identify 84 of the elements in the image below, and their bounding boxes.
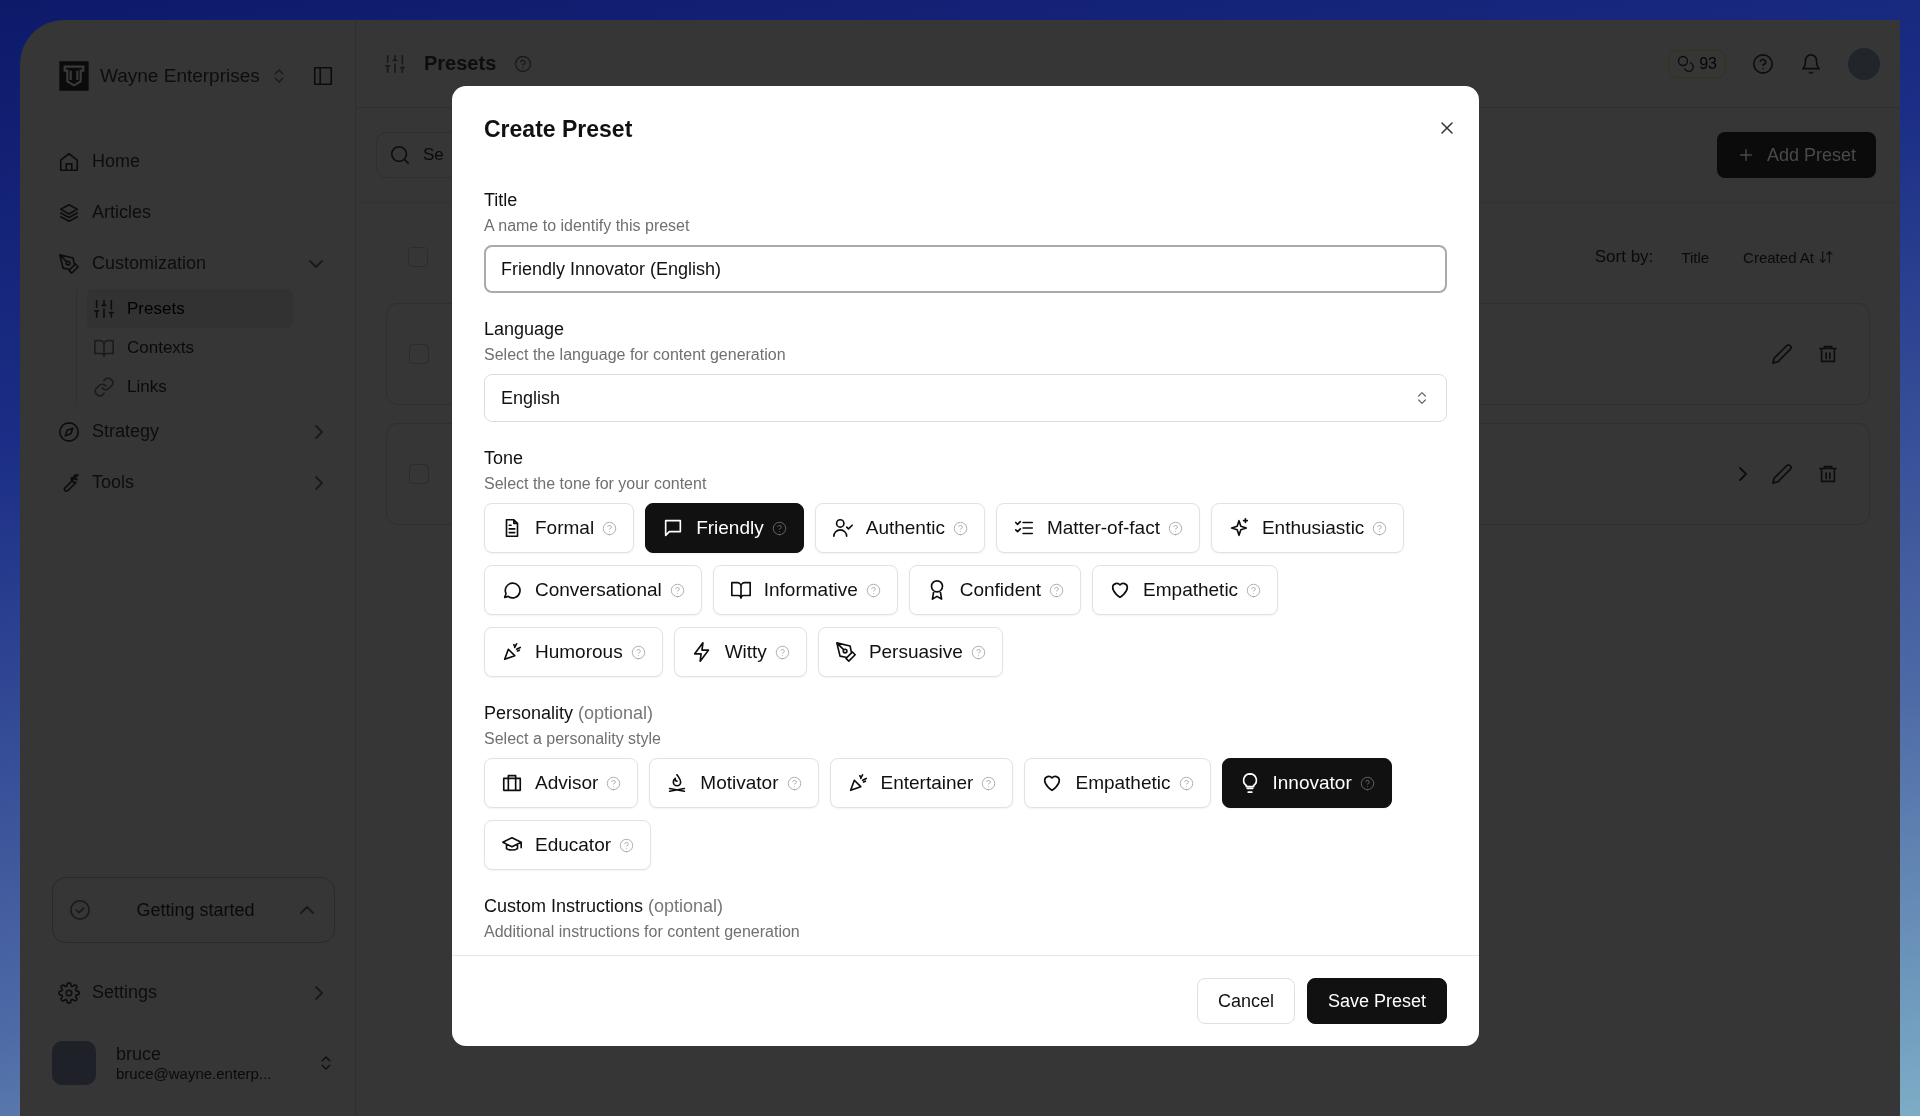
- open-book-icon: [729, 579, 752, 601]
- field-hint: Select a personality style: [484, 730, 662, 748]
- field-label: Tone: [484, 448, 525, 469]
- tone-option[interactable]: Confident: [908, 565, 1082, 615]
- title-input[interactable]: Friendly Innovator (English): [484, 245, 1447, 293]
- field-hint: Additional instructions for content generation: [484, 923, 801, 941]
- edit-icon[interactable]: [1771, 463, 1793, 485]
- personality-option[interactable]: Educator: [484, 820, 652, 870]
- delete-icon[interactable]: [1817, 343, 1839, 365]
- field-label: Language: [484, 319, 566, 340]
- cancel-button[interactable]: Cancel: [1196, 978, 1295, 1024]
- tone-option[interactable]: Informative: [712, 565, 898, 615]
- help-icon: [1372, 520, 1388, 536]
- chevron-right-icon[interactable]: [1739, 467, 1747, 481]
- save-preset-button[interactable]: Save Preset: [1306, 978, 1447, 1024]
- tone-option[interactable]: Conversational: [484, 565, 702, 615]
- help-icon: [669, 582, 685, 598]
- help-icon: [774, 644, 790, 660]
- coins-icon: [1677, 54, 1696, 73]
- home-icon: [58, 150, 80, 173]
- field-label: Title: [484, 190, 519, 211]
- field-label: Custom Instructions (optional): [484, 896, 725, 917]
- sidebar-toggle-icon[interactable]: [311, 65, 334, 87]
- delete-icon[interactable]: [1817, 463, 1839, 485]
- field-hint: A name to identify this preset: [484, 217, 691, 235]
- compass-icon: [58, 420, 80, 443]
- link-icon: [93, 375, 115, 398]
- help-icon: [1167, 520, 1183, 536]
- personality-option[interactable]: Advisor: [484, 758, 639, 808]
- tone-option[interactable]: Enthusiastic: [1210, 503, 1405, 553]
- chevron-right-icon: [315, 985, 323, 1000]
- personality-option[interactable]: Empathetic: [1024, 758, 1211, 808]
- briefcase-icon: [501, 772, 523, 794]
- personality-option[interactable]: Entertainer: [829, 758, 1014, 808]
- language-select[interactable]: English: [484, 374, 1447, 422]
- help-icon: [1359, 775, 1375, 791]
- help-icon: [786, 775, 802, 791]
- pen-nib-icon: [834, 641, 857, 663]
- help-icon: [619, 837, 635, 853]
- field-label: Personality (optional): [484, 703, 655, 724]
- help-icon: [952, 520, 968, 536]
- help-icon: [1178, 775, 1194, 791]
- help-icon[interactable]: [1752, 52, 1774, 75]
- party-popper-icon: [501, 641, 523, 663]
- company-logo-icon: [58, 60, 90, 92]
- notification-bell-icon[interactable]: [1800, 52, 1822, 75]
- pen-nib-icon: [58, 252, 80, 275]
- help-icon[interactable]: [514, 54, 533, 73]
- tone-option[interactable]: Persuasive: [817, 627, 1003, 677]
- chevron-down-icon: [309, 259, 323, 268]
- personality-option[interactable]: Motivator: [649, 758, 819, 808]
- tone-option[interactable]: Formal: [484, 503, 635, 553]
- chat-bubble-icon: [501, 579, 523, 601]
- edit-icon[interactable]: [1771, 343, 1793, 365]
- sliders-icon: [384, 52, 406, 75]
- help-icon: [865, 582, 881, 598]
- user-avatar[interactable]: [52, 1041, 96, 1085]
- chevron-right-icon: [315, 424, 323, 439]
- help-icon: [1246, 582, 1262, 598]
- tone-option[interactable]: Humorous: [484, 627, 663, 677]
- tone-option[interactable]: Witty: [673, 627, 807, 677]
- layers-icon: [58, 201, 80, 224]
- field-hint: Select the tone for your content: [484, 475, 708, 493]
- sliders-icon: [93, 297, 115, 320]
- settings-icon: [58, 981, 80, 1004]
- tone-option[interactable]: Authentic: [814, 503, 985, 553]
- help-icon: [981, 775, 997, 791]
- help-icon: [630, 644, 646, 660]
- dialog-title: Create Preset: [484, 116, 633, 143]
- help-icon: [602, 520, 618, 536]
- search-icon: [389, 144, 411, 166]
- help-icon: [970, 644, 986, 660]
- help-icon: [606, 775, 622, 791]
- sort-arrows-icon: [1818, 249, 1834, 265]
- chevron-right-icon: [315, 475, 323, 490]
- field-hint: Select the language for content generation: [484, 346, 787, 364]
- tone-option[interactable]: Friendly: [645, 503, 804, 553]
- person-check-icon: [831, 517, 854, 539]
- help-icon: [1049, 582, 1065, 598]
- personality-option[interactable]: Innovator: [1221, 758, 1392, 808]
- tone-option[interactable]: Matter-of-fact: [995, 503, 1200, 553]
- tone-option[interactable]: Empathetic: [1092, 565, 1279, 615]
- help-icon: [771, 520, 787, 536]
- chevron-up-icon: [300, 906, 314, 914]
